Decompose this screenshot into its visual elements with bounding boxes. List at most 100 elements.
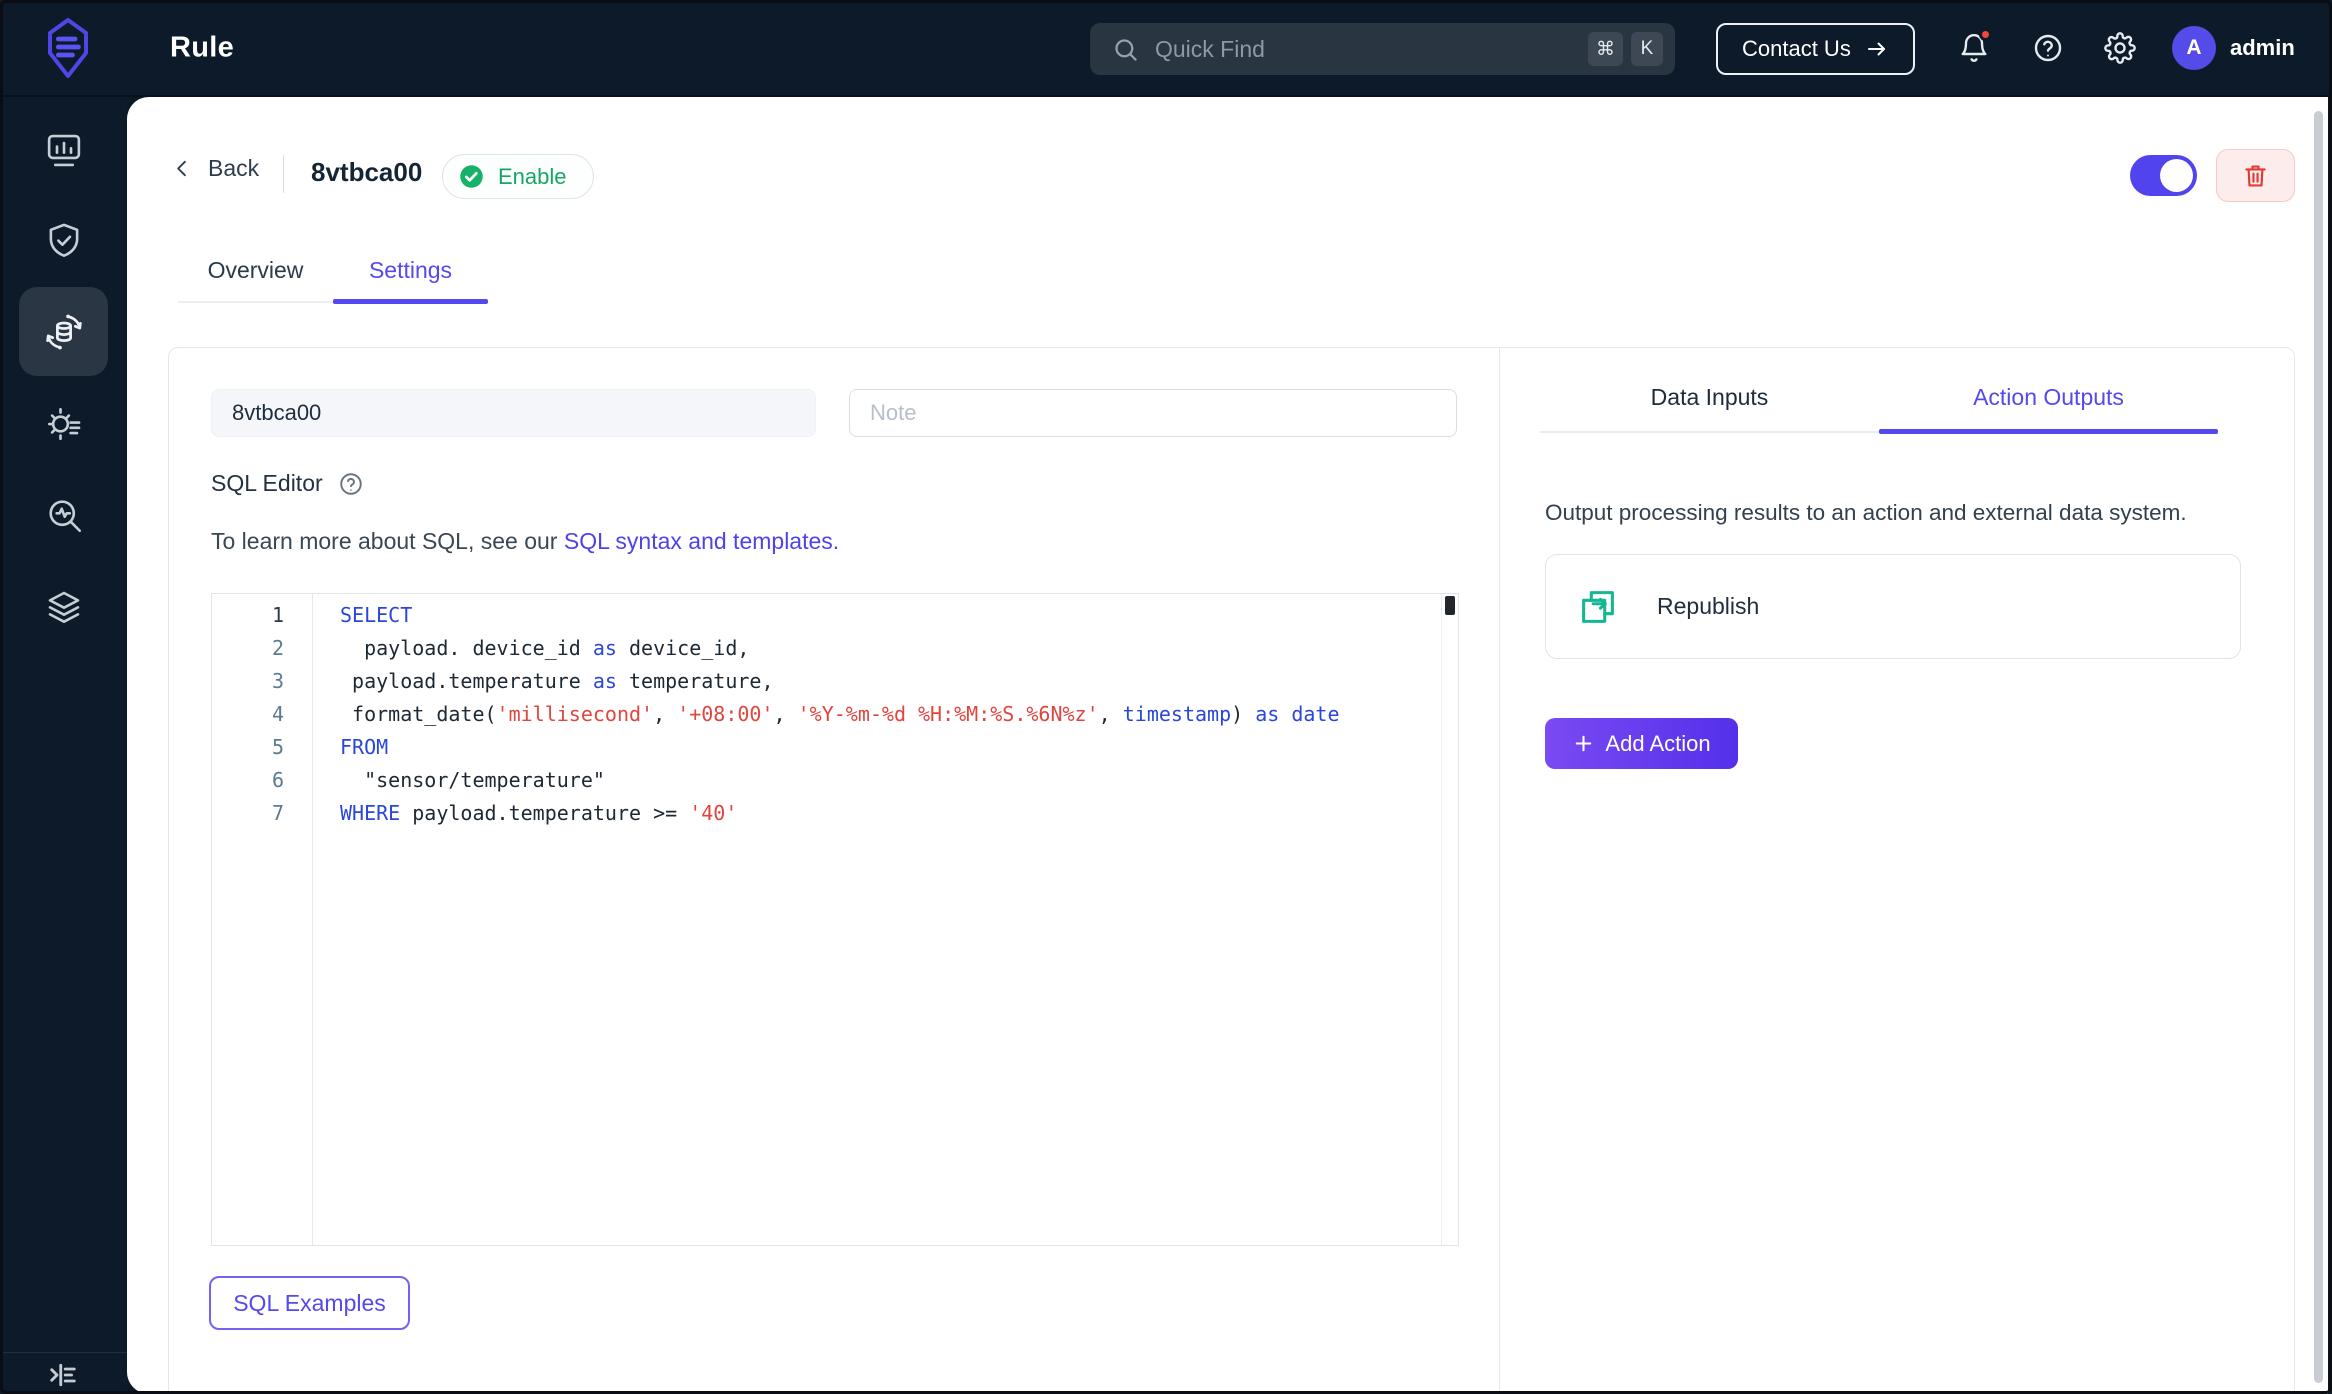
sql-examples-button[interactable]: SQL Examples	[209, 1276, 410, 1330]
back-button[interactable]: Back	[171, 155, 259, 182]
help-circle-icon[interactable]	[338, 471, 364, 497]
tab-settings[interactable]: Settings	[333, 257, 488, 304]
page-scrollbar[interactable]	[2314, 111, 2323, 1383]
note-input[interactable]	[849, 389, 1457, 437]
app-logo[interactable]	[42, 17, 94, 79]
app-root: Rule Quick Find ⌘ K Contact Us A admin B…	[0, 0, 2332, 1394]
username-label: admin	[2230, 34, 2295, 60]
toggle-knob	[2160, 159, 2193, 192]
action-card-label: Republish	[1657, 593, 1760, 619]
code-text: payload. device_id as device_id,	[340, 636, 750, 660]
trash-icon	[2245, 165, 2266, 187]
check-circle-icon	[460, 165, 483, 188]
code-text: WHERE payload.temperature >= '40'	[340, 801, 738, 825]
line-number: 2	[271, 636, 284, 660]
sql-editor-label-row: SQL Editor	[211, 470, 364, 497]
page-title: Rule	[170, 31, 235, 63]
io-pane: Data Inputs Action Outputs Output proces…	[1499, 348, 2294, 1394]
rule-id-title: 8vtbca00	[311, 157, 423, 187]
tab-data-inputs[interactable]: Data Inputs	[1540, 348, 1879, 431]
sidebar-item-access-control[interactable]	[19, 196, 108, 285]
sql-settings-pane: SQL Editor To learn more about SQL, see …	[169, 348, 1499, 1394]
sql-code-lines: 1 SELECT 2 payload. device_id as device_id…	[212, 599, 1440, 830]
gear-icon	[2104, 31, 2136, 64]
help-circle-icon	[2034, 34, 2062, 61]
data-integration-icon	[45, 314, 82, 349]
code-line: 2 payload. device_id as device_id,	[212, 632, 1440, 665]
sql-code-editor[interactable]: 1 SELECT 2 payload. device_id as device_id…	[211, 593, 1459, 1246]
rule-tabs: Overview Settings	[178, 257, 488, 304]
help-button[interactable]	[2026, 26, 2070, 70]
sidebar-item-data-integration[interactable]	[19, 287, 108, 376]
sql-syntax-link[interactable]: SQL syntax and templates.	[564, 528, 839, 554]
sidebar-divider	[0, 1352, 127, 1353]
tab-action-outputs[interactable]: Action Outputs	[1879, 348, 2218, 434]
user-avatar[interactable]: A	[2172, 25, 2216, 70]
plus-icon	[1576, 735, 1592, 752]
delete-rule-button[interactable]	[2216, 149, 2295, 202]
line-number: 5	[271, 735, 284, 759]
code-line: 5 FROM	[212, 731, 1440, 764]
code-text: FROM	[340, 735, 389, 759]
line-number: 1	[271, 603, 284, 627]
arrow-right-icon	[1867, 42, 1885, 56]
code-line: 7 WHERE payload.temperature >= '40'	[212, 797, 1440, 830]
sidebar-item-extensions[interactable]	[19, 562, 108, 651]
code-text: SELECT	[340, 603, 413, 627]
code-line: 3 payload.temperature as temperature,	[212, 665, 1440, 698]
search-input[interactable]: Quick Find ⌘ K	[1090, 23, 1675, 75]
header-divider	[283, 155, 284, 193]
status-badge-label: Enable	[498, 163, 567, 189]
sidebar	[0, 97, 127, 1394]
settings-button[interactable]	[2098, 26, 2142, 70]
editor-scrollbar-thumb[interactable]	[1445, 596, 1455, 615]
top-navbar: Rule Quick Find ⌘ K Contact Us A admin	[0, 0, 2332, 97]
line-number: 4	[271, 702, 284, 726]
chevron-left-icon	[177, 160, 186, 177]
dashboard-monitor-icon	[47, 134, 80, 166]
line-number: 6	[271, 768, 284, 792]
sql-hint-text: To learn more about SQL, see our SQL syn…	[211, 528, 839, 555]
add-action-button[interactable]: Add Action	[1545, 718, 1738, 769]
notifications-button[interactable]	[1952, 26, 1996, 70]
emqx-hexagon-logo-icon	[48, 18, 88, 78]
code-text: "sensor/temperature"	[340, 768, 605, 792]
add-action-label: Add Action	[1605, 730, 1711, 756]
enable-toggle[interactable]	[2130, 155, 2197, 196]
back-label: Back	[208, 155, 260, 181]
status-badge: Enable	[442, 154, 594, 199]
notification-unread-dot	[1979, 27, 1992, 41]
layers-icon	[48, 591, 79, 623]
shield-check-icon	[49, 223, 78, 257]
k-key-badge: K	[1631, 32, 1663, 66]
collapse-sidebar-icon	[50, 1363, 76, 1387]
code-line: 6 "sensor/temperature"	[212, 764, 1440, 797]
line-number: 3	[271, 669, 284, 693]
sql-editor-label: SQL Editor	[211, 470, 323, 496]
sql-hint-prefix: To learn more about SQL, see our	[211, 528, 564, 554]
code-line: 1 SELECT	[212, 599, 1440, 632]
gear-rules-icon	[47, 407, 80, 440]
collapse-sidebar-button[interactable]	[43, 1355, 83, 1394]
contact-us-button[interactable]: Contact Us	[1716, 23, 1915, 75]
sidebar-item-diagnose[interactable]	[19, 470, 108, 559]
sidebar-item-dashboard[interactable]	[19, 105, 108, 194]
cmd-key-badge: ⌘	[1588, 32, 1623, 66]
contact-us-label: Contact Us	[1742, 36, 1851, 61]
editor-scrollbar-track	[1441, 594, 1458, 1245]
avatar-letter: A	[2186, 35, 2202, 59]
code-line: 4 format_date('millisecond', '+08:00', '…	[212, 698, 1440, 731]
tab-overview[interactable]: Overview	[178, 257, 333, 301]
sidebar-item-management[interactable]	[19, 379, 108, 468]
line-number: 7	[271, 801, 284, 825]
diagnose-magnifier-icon	[48, 499, 81, 532]
settings-panel: SQL Editor To learn more about SQL, see …	[168, 347, 2295, 1394]
search-icon	[1115, 38, 1137, 61]
main-content-card: Back 8vtbca00 Enable Overview Settings 8…	[127, 97, 2328, 1394]
action-card-republish[interactable]: Republish	[1545, 554, 2241, 659]
code-text: payload.temperature as temperature,	[340, 669, 774, 693]
search-placeholder: Quick Find	[1155, 35, 1265, 62]
republish-icon	[1582, 590, 1614, 623]
rule-id-input[interactable]	[211, 389, 816, 437]
action-outputs-description: Output processing results to an action a…	[1545, 500, 2187, 525]
